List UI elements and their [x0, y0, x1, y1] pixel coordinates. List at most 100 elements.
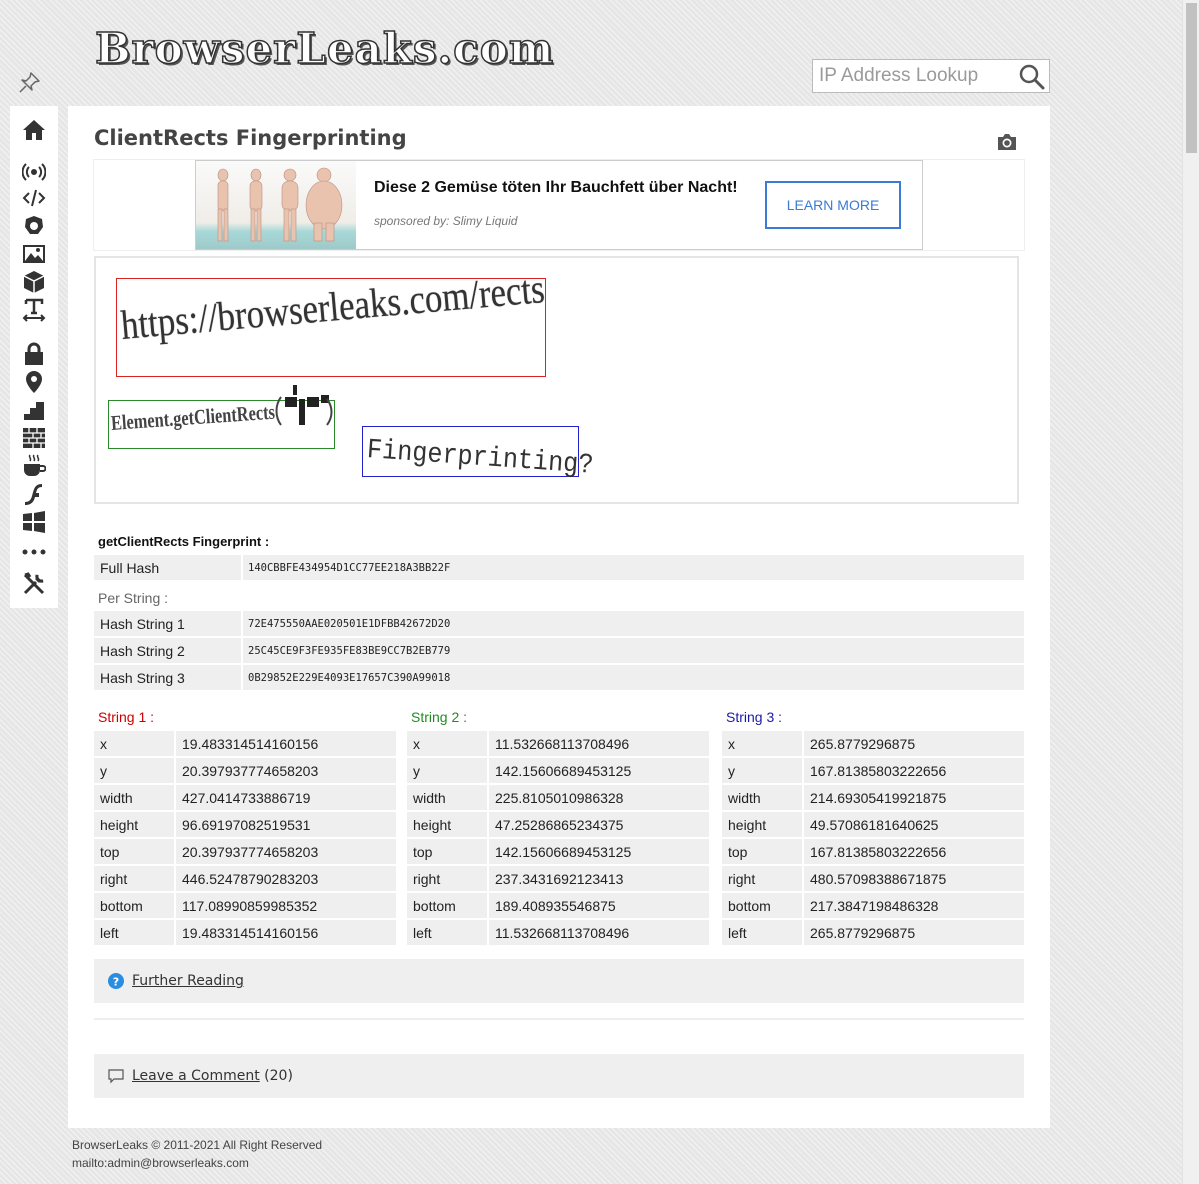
- string2-rect: Element.getClientRects: [108, 385, 335, 449]
- rect-row: width 427.0414733886719: [94, 785, 396, 810]
- comments-line: Leave a Comment (20): [132, 1068, 293, 1084]
- rect-value: 167.81385803222656: [810, 844, 947, 860]
- rect-value: 142.15606689453125: [495, 763, 632, 779]
- rect-value: 142.15606689453125: [495, 844, 632, 860]
- further-reading-link[interactable]: Further Reading: [132, 973, 244, 989]
- map-pin-icon[interactable]: [22, 370, 46, 394]
- leave-comment-link[interactable]: Leave a Comment: [132, 1068, 260, 1084]
- rect-row: height 49.57086181640625: [722, 812, 1024, 837]
- rect-value: 20.397937774658203: [182, 763, 319, 779]
- rect-row: x 11.532668113708496: [407, 731, 709, 756]
- rect-value: 11.532668113708496: [495, 925, 630, 941]
- java-cup-icon[interactable]: [22, 454, 46, 478]
- rect-value: 265.8779296875: [810, 925, 916, 941]
- string2-text: Element.getClientRects: [110, 399, 276, 435]
- rect-key: top: [728, 844, 748, 860]
- rect-value: 20.397937774658203: [182, 844, 319, 860]
- rect-key: y: [100, 763, 107, 779]
- code-icon[interactable]: [22, 186, 46, 210]
- rect-row: left 19.483314514160156: [94, 920, 396, 945]
- footer-mail[interactable]: mailto:admin@browserleaks.com: [72, 1154, 322, 1172]
- string1-rect: https://browserleaks.com/rects: [116, 265, 546, 377]
- image-icon[interactable]: [22, 242, 46, 266]
- page-title: ClientRects Fingerprinting: [94, 126, 407, 150]
- per-string-label: Per String :: [98, 590, 169, 606]
- rect-row: bottom 217.3847198486328: [722, 893, 1024, 918]
- sidebar-nav: [10, 106, 58, 608]
- cube-icon[interactable]: [22, 270, 46, 294]
- scrollbar-thumb[interactable]: [1186, 3, 1197, 153]
- rect-key: right: [100, 871, 128, 887]
- ip-lookup-input[interactable]: [813, 60, 1009, 92]
- full-hash-label: Full Hash: [100, 560, 160, 576]
- rect-value: 19.483314514160156: [182, 925, 319, 941]
- flash-icon[interactable]: [22, 482, 46, 506]
- rect-key: width: [728, 790, 761, 806]
- home-icon[interactable]: [22, 118, 46, 142]
- rect-row: top 167.81385803222656: [722, 839, 1024, 864]
- string2-glyphs: [275, 385, 333, 426]
- brick-wall-icon[interactable]: [22, 426, 46, 450]
- rect-row: right 446.52478790283203: [94, 866, 396, 891]
- camera-icon[interactable]: [996, 132, 1018, 152]
- rect-key: y: [413, 763, 420, 779]
- rect-value: 237.3431692123413: [495, 871, 624, 887]
- main-content: ClientRects Fingerprinting Diese 2 Gemüs…: [68, 106, 1050, 1128]
- ad-image[interactable]: [196, 161, 356, 249]
- tools-icon[interactable]: [22, 572, 46, 596]
- rect-row: bottom 189.408935546875: [407, 893, 709, 918]
- rect-value: 217.3847198486328: [810, 898, 939, 914]
- footer-copyright: BrowserLeaks © 2011-2021 All Right Reser…: [72, 1138, 323, 1152]
- rect-key: left: [100, 925, 119, 941]
- learn-more-button[interactable]: LEARN MORE: [765, 181, 901, 229]
- comments-panel: Leave a Comment (20): [94, 1054, 1024, 1098]
- string1-text: https://browserleaks.com/rects: [118, 265, 547, 348]
- windows-icon[interactable]: [22, 510, 46, 534]
- site-logo[interactable]: BrowserLeaks.com: [94, 18, 554, 88]
- hash-label: Hash String 3: [100, 670, 185, 686]
- rect-row: y 20.397937774658203: [94, 758, 396, 783]
- fingerprint-label: getClientRects Fingerprint :: [98, 534, 270, 549]
- rect-key: height: [413, 817, 452, 833]
- hash-label: Hash String 1: [100, 616, 185, 632]
- rect-key: left: [413, 925, 432, 941]
- rect-value: 96.69197082519531: [182, 817, 311, 833]
- rect-key: right: [728, 871, 756, 887]
- broadcast-icon[interactable]: [22, 160, 46, 184]
- rect-row: top 142.15606689453125: [407, 839, 709, 864]
- rect-row: y 167.81385803222656: [722, 758, 1024, 783]
- ad-container: Diese 2 Gemüse töten Ihr Bauchfett über …: [93, 159, 1025, 251]
- ad-banner[interactable]: Diese 2 Gemüse töten Ihr Bauchfett über …: [195, 160, 923, 250]
- rect-key: top: [413, 844, 433, 860]
- gear-shield-icon[interactable]: [22, 214, 46, 238]
- string3-rect: Fingerprinting?: [362, 426, 594, 482]
- rect-key: height: [100, 817, 139, 833]
- rect-row: width 225.8105010986328: [407, 785, 709, 810]
- rect-key: top: [100, 844, 120, 860]
- rect-key: height: [728, 817, 767, 833]
- rect-key: right: [413, 871, 441, 887]
- rect-value: 225.8105010986328: [495, 790, 624, 806]
- steps-icon[interactable]: [22, 398, 46, 422]
- page-scrollbar[interactable]: [1182, 0, 1199, 1184]
- lock-icon[interactable]: [22, 342, 46, 366]
- full-hash-value: 140CBBFE434954D1CC77EE218A3BB22F: [248, 562, 451, 574]
- text-width-icon[interactable]: [22, 298, 46, 322]
- more-icon[interactable]: [22, 540, 46, 564]
- ad-headline[interactable]: Diese 2 Gemüse töten Ihr Bauchfett über …: [374, 180, 754, 196]
- ad-sponsor: sponsored by: Slimy Liquid: [374, 214, 518, 228]
- rect-value: 167.81385803222656: [810, 763, 947, 779]
- rect-key: bottom: [100, 898, 143, 914]
- hash-row: Hash String 2 25C45CE9F3FE935FE83BE9CC7B…: [94, 638, 1024, 663]
- svg-text:?: ?: [113, 976, 119, 989]
- help-icon: ?: [108, 973, 124, 989]
- rect-row: x 19.483314514160156: [94, 731, 396, 756]
- pin-icon[interactable]: [18, 70, 42, 94]
- full-hash-row: Full Hash 140CBBFE434954D1CC77EE218A3BB2…: [94, 555, 1024, 580]
- rect-row: bottom 117.08990859985352: [94, 893, 396, 918]
- search-icon[interactable]: [1019, 64, 1045, 90]
- rect-value: 214.69305419921875: [810, 790, 947, 806]
- rect-value: 49.57086181640625: [810, 817, 939, 833]
- rect-value: 189.408935546875: [495, 898, 616, 914]
- divider: [94, 1018, 1024, 1020]
